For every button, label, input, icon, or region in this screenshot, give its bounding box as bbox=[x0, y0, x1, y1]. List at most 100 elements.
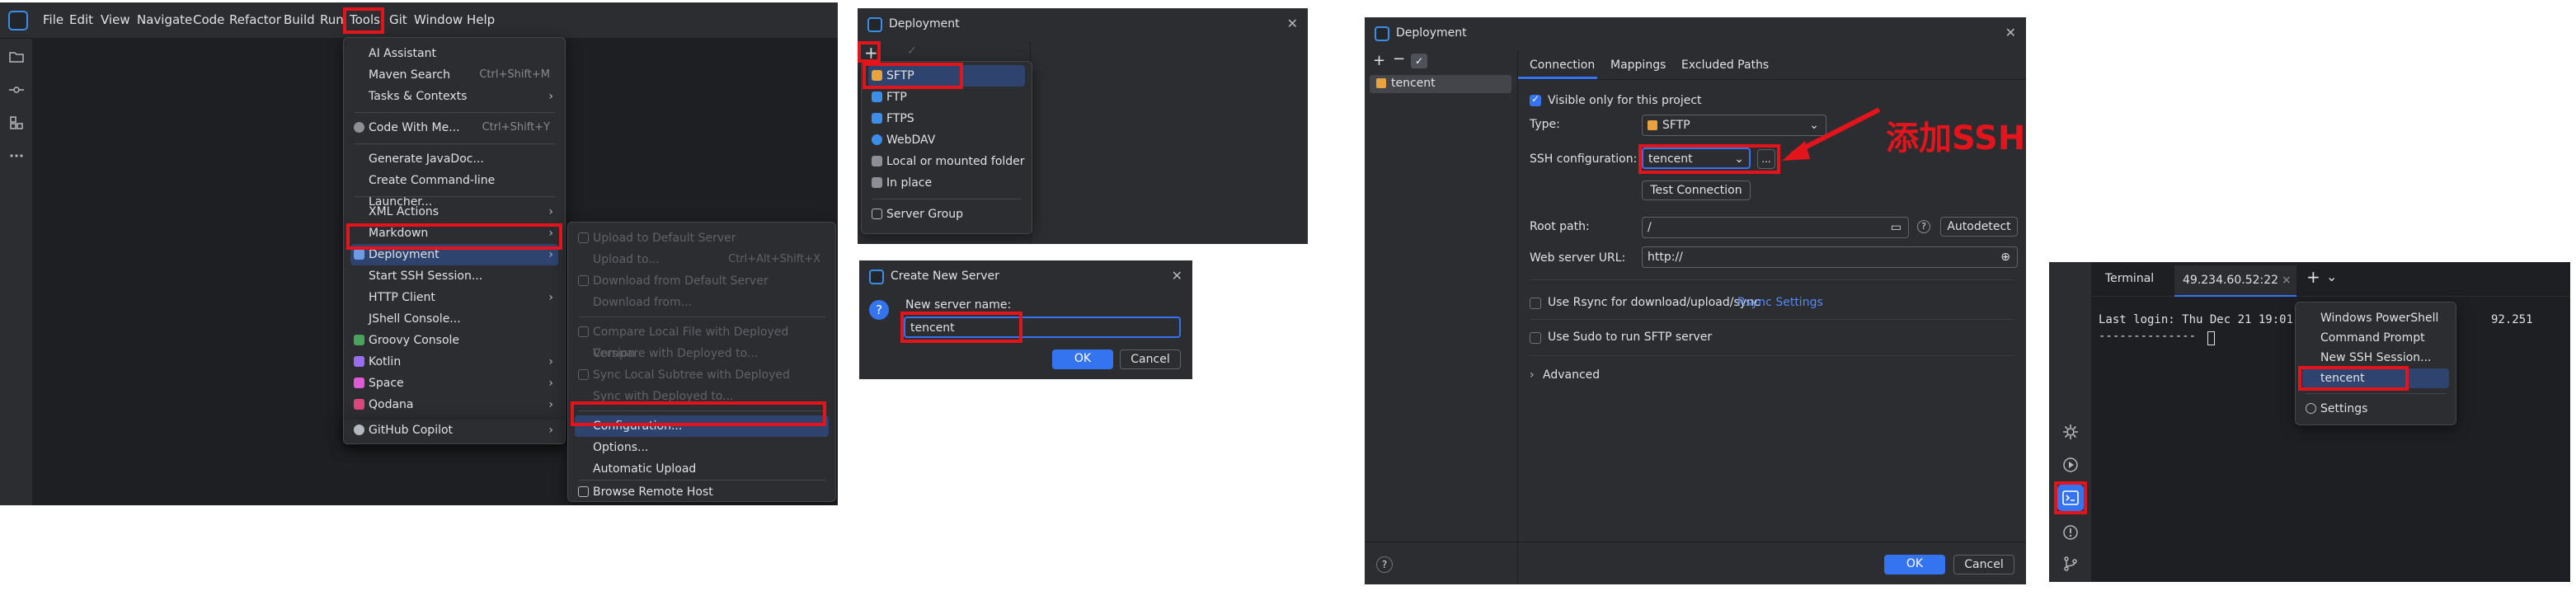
menu-item-options[interactable]: Options... bbox=[575, 437, 829, 458]
menu-run[interactable]: Run bbox=[320, 12, 344, 27]
menu-build[interactable]: Build bbox=[284, 12, 315, 27]
add-icon[interactable]: + bbox=[864, 43, 878, 63]
menu-item-webdav[interactable]: WebDAV bbox=[868, 129, 1025, 151]
menu-item-qodana[interactable]: Qodana › bbox=[350, 394, 558, 415]
chevron-right-icon[interactable]: › bbox=[1530, 368, 1535, 382]
menu-item-settings[interactable]: Settings bbox=[2302, 398, 2449, 420]
menu-git[interactable]: Git bbox=[389, 12, 407, 27]
menu-item-server-group[interactable]: Server Group bbox=[868, 204, 1025, 225]
close-icon[interactable]: ✕ bbox=[1287, 16, 1298, 31]
close-icon[interactable]: ✕ bbox=[1172, 268, 1182, 284]
download-icon bbox=[578, 275, 589, 286]
menu-item-download-default[interactable]: Download from Default Server bbox=[575, 270, 829, 292]
ssh-more-button[interactable]: ... bbox=[1757, 149, 1775, 169]
chevron-down-icon[interactable]: ⌄ bbox=[2326, 269, 2337, 284]
menu-tools[interactable]: Tools bbox=[350, 12, 380, 27]
folder-icon[interactable]: ▭ bbox=[1891, 218, 1901, 237]
ok-button[interactable]: OK bbox=[1884, 555, 1945, 575]
menu-item-cmd[interactable]: Command Prompt bbox=[2302, 327, 2449, 349]
menu-item-in-place[interactable]: In place bbox=[868, 172, 1025, 194]
menu-item-generate-javadoc[interactable]: Generate JavaDoc... bbox=[350, 148, 558, 170]
terminal-tool-button[interactable] bbox=[2057, 485, 2084, 511]
menu-item-sync-deployed[interactable]: Sync with Deployed to... bbox=[575, 386, 829, 407]
menu-item-kotlin[interactable]: Kotlin › bbox=[350, 351, 558, 373]
menu-view[interactable]: View bbox=[101, 12, 130, 27]
menu-item-browse-remote[interactable]: Browse Remote Host bbox=[575, 481, 829, 503]
structure-icon[interactable] bbox=[8, 115, 25, 131]
menu-item-new-ssh[interactable]: New SSH Session... bbox=[2302, 347, 2449, 368]
dialog-title: Create New Server bbox=[891, 270, 999, 283]
menu-item-download-from[interactable]: Download from... bbox=[575, 292, 829, 313]
menu-item-sftp[interactable]: SFTP bbox=[868, 65, 1025, 87]
gear-icon[interactable] bbox=[2062, 424, 2079, 440]
menu-window[interactable]: Window bbox=[414, 12, 463, 27]
rsync-settings-link[interactable]: Rsync Settings bbox=[1737, 296, 1823, 309]
cancel-button[interactable]: Cancel bbox=[1120, 349, 1181, 369]
menu-item-code-with-me[interactable]: Code With Me... Ctrl+Shift+Y bbox=[350, 117, 558, 138]
run-icon[interactable] bbox=[2062, 457, 2079, 473]
menu-item-upload-default[interactable]: Upload to Default Server bbox=[575, 227, 829, 249]
help-icon[interactable]: ? bbox=[1376, 556, 1393, 573]
ok-button[interactable]: OK bbox=[1052, 349, 1113, 369]
visible-only-checkbox[interactable] bbox=[1530, 93, 1541, 106]
menu-item-compare-deployed[interactable]: Compare with Deployed to... bbox=[575, 343, 829, 364]
menu-refactor[interactable]: Refactor bbox=[229, 12, 281, 27]
autodetect-button[interactable]: Autodetect bbox=[1940, 217, 2018, 237]
menu-item-local-folder[interactable]: Local or mounted folder bbox=[868, 151, 1025, 172]
menu-item-maven-search[interactable]: Maven Search Ctrl+Shift+M bbox=[350, 64, 558, 86]
close-icon[interactable]: × bbox=[2282, 274, 2292, 287]
menu-item-upload-to[interactable]: Upload to... Ctrl+Alt+Shift+X bbox=[575, 249, 829, 270]
menu-code[interactable]: Code bbox=[193, 12, 224, 27]
commit-icon[interactable] bbox=[8, 82, 25, 98]
menu-file[interactable]: File bbox=[43, 12, 63, 27]
menu-item-sync-subtree[interactable]: Sync Local Subtree with Deployed bbox=[575, 364, 829, 386]
menu-item-deployment[interactable]: Deployment › bbox=[350, 244, 558, 265]
menu-item-jshell[interactable]: JShell Console... bbox=[350, 308, 558, 330]
root-path-input[interactable]: / ▭ bbox=[1642, 217, 1909, 238]
menu-item-create-launcher[interactable]: Create Command-line Launcher... bbox=[350, 170, 558, 209]
test-connection-button[interactable]: Test Connection bbox=[1642, 181, 1751, 200]
close-icon[interactable]: ✕ bbox=[2005, 25, 2016, 40]
menu-item-xml-actions[interactable]: XML Actions › bbox=[350, 201, 558, 223]
menu-item-space[interactable]: Space › bbox=[350, 373, 558, 394]
menu-item-groovy[interactable]: Groovy Console bbox=[350, 330, 558, 351]
menu-item-ai-assistant[interactable]: AI Assistant bbox=[350, 43, 558, 64]
server-name-input[interactable]: tencent bbox=[904, 317, 1181, 338]
menu-item-compare-local[interactable]: Compare Local File with Deployed Version bbox=[575, 321, 829, 360]
git-branch-icon[interactable] bbox=[2062, 556, 2079, 572]
menu-item-ftps[interactable]: FTPS bbox=[868, 108, 1025, 129]
menu-item-powershell[interactable]: Windows PowerShell bbox=[2302, 307, 2449, 329]
menu-item-ssh-session[interactable]: Start SSH Session... bbox=[350, 265, 558, 287]
globe-icon[interactable]: ⊕ bbox=[2000, 247, 2010, 267]
web-url-input[interactable]: http:// ⊕ bbox=[1642, 246, 2018, 268]
server-list-item[interactable]: tencent bbox=[1370, 75, 1511, 93]
menu-item-tencent[interactable]: tencent bbox=[2302, 368, 2449, 388]
more-icon[interactable] bbox=[8, 148, 25, 164]
menu-item-copilot[interactable]: GitHub Copilot › bbox=[350, 420, 558, 441]
menu-help[interactable]: Help bbox=[467, 12, 495, 27]
rsync-checkbox[interactable] bbox=[1530, 298, 1541, 309]
session-tab[interactable]: 49.234.60.52:22 × bbox=[2174, 265, 2296, 297]
menu-item-tasks-contexts[interactable]: Tasks & Contexts › bbox=[350, 86, 558, 107]
tab-excluded-paths[interactable]: Excluded Paths bbox=[1681, 59, 1769, 72]
advanced-section[interactable]: Advanced bbox=[1543, 368, 1600, 382]
menu-edit[interactable]: Edit bbox=[69, 12, 93, 27]
remove-icon[interactable]: − bbox=[1393, 50, 1405, 68]
sudo-checkbox[interactable] bbox=[1530, 332, 1541, 344]
tab-connection[interactable]: Connection bbox=[1530, 59, 1595, 72]
add-icon[interactable]: + bbox=[1373, 52, 1385, 69]
check-icon[interactable]: ✓ bbox=[1411, 54, 1427, 68]
menu-navigate[interactable]: Navigate bbox=[137, 12, 192, 27]
tab-mappings[interactable]: Mappings bbox=[1610, 59, 1666, 72]
menu-item-ftp[interactable]: FTP bbox=[868, 87, 1025, 108]
cancel-button[interactable]: Cancel bbox=[1953, 555, 2014, 575]
folder-icon[interactable] bbox=[8, 49, 25, 65]
menu-item-http-client[interactable]: HTTP Client › bbox=[350, 287, 558, 308]
help-icon[interactable]: ? bbox=[1917, 220, 1930, 233]
menu-item-markdown[interactable]: Markdown › bbox=[350, 223, 558, 244]
ssh-config-select[interactable]: tencent ⌄ bbox=[1642, 148, 1751, 169]
add-tab-icon[interactable]: + bbox=[2306, 267, 2320, 287]
menu-item-automatic-upload[interactable]: Automatic Upload bbox=[575, 458, 829, 480]
menu-item-configuration[interactable]: Configuration... bbox=[575, 415, 829, 437]
problems-icon[interactable] bbox=[2062, 524, 2079, 541]
